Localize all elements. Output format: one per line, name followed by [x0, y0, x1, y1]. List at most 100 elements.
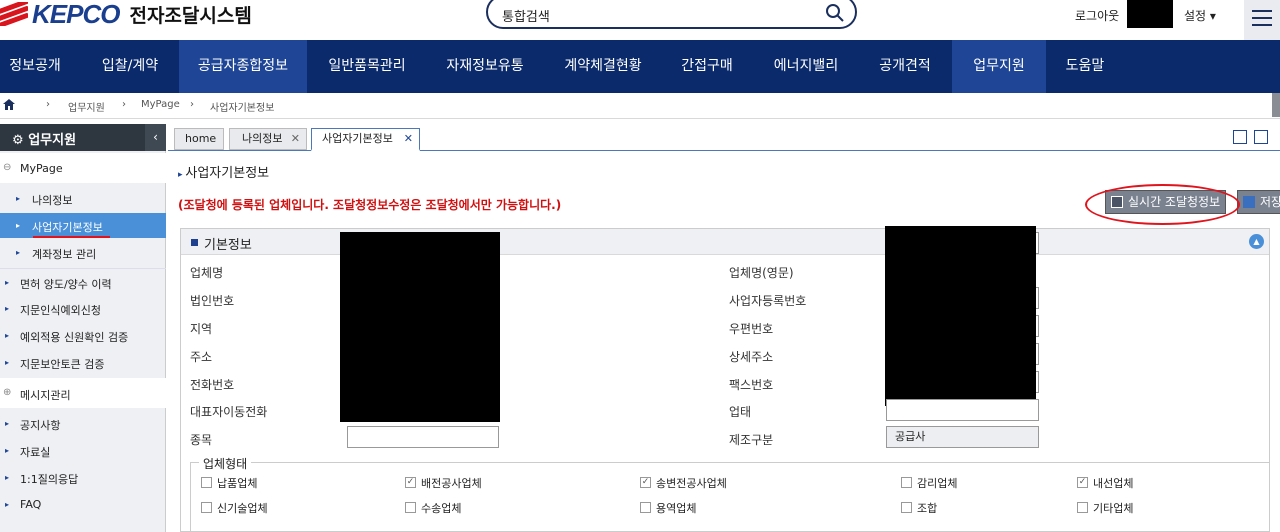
- nav-item[interactable]: 일반품목관리: [312, 40, 422, 93]
- home-icon[interactable]: [3, 99, 15, 110]
- nav-item[interactable]: 정보공개: [0, 40, 70, 93]
- panel-title: 기본정보: [204, 238, 252, 253]
- sidebar-item-archive[interactable]: ▸ 자료실: [0, 437, 166, 464]
- checkbox-label: 기타업체: [1093, 502, 1134, 515]
- nav-item-support[interactable]: 업무지원: [952, 40, 1046, 93]
- nav-item-active[interactable]: 공급자종합정보: [179, 40, 307, 93]
- tab-bizinfo[interactable]: 사업자기본정보 ✕: [311, 128, 420, 151]
- minus-icon: ⊖: [3, 162, 12, 173]
- scrollbar[interactable]: [1272, 93, 1280, 117]
- sidebar-item-label: 지문보안토큰 검증: [20, 358, 105, 371]
- plus-icon: ⊕: [3, 387, 12, 398]
- nav-item[interactable]: 입찰/계약: [88, 40, 172, 93]
- checkbox-label: 납품업체: [217, 477, 258, 490]
- close-icon[interactable]: ✕: [291, 129, 300, 149]
- checkbox-supervision[interactable]: [901, 477, 912, 488]
- sidebar-item-label: FAQ: [20, 498, 42, 511]
- sidebar-item-token[interactable]: ▸ 지문보안토큰 검증: [0, 349, 166, 376]
- breadcrumb-sep: ›: [122, 99, 126, 110]
- checkbox-label: 감리업체: [917, 477, 958, 490]
- business-type-input[interactable]: [886, 399, 1039, 421]
- checkbox-transport[interactable]: [405, 502, 416, 513]
- sidebar-item-qna[interactable]: ▸ 1:1질의응답: [0, 464, 166, 491]
- redacted-user-box: [1127, 0, 1173, 28]
- gear-icon: ⚙: [12, 133, 29, 148]
- nav-item[interactable]: 자재정보유통: [430, 40, 540, 93]
- tab-scroll-left-icon[interactable]: [1254, 130, 1268, 144]
- search-icon[interactable]: [825, 3, 845, 23]
- checkbox-label: 신기술업체: [217, 502, 268, 515]
- system-title: 전자조달시스템: [129, 4, 252, 27]
- sidebar-item-account[interactable]: ▸ 계좌정보 관리: [0, 240, 166, 265]
- breadcrumb-item[interactable]: 업무지원: [68, 99, 105, 114]
- red-underline-annotation: [33, 236, 110, 238]
- biz-type-title: 업체형태: [199, 455, 252, 472]
- red-circle-annotation: [1085, 184, 1240, 225]
- sidebar-item-bizinfo[interactable]: ▸ 사업자기본정보: [0, 213, 166, 238]
- nav-item[interactable]: 간접구매: [664, 40, 750, 93]
- nav-item[interactable]: 계약체결현황: [548, 40, 658, 93]
- logout-link[interactable]: 로그아웃: [1075, 7, 1119, 24]
- checkbox-label: 송변전공사업체: [656, 477, 727, 490]
- sidebar-group-message[interactable]: ⊕ 메시지관리: [0, 378, 166, 408]
- arrow-icon: ▸: [5, 278, 10, 287]
- menu-icon[interactable]: [1244, 0, 1280, 40]
- tab-label: 나의정보: [242, 132, 283, 145]
- checkbox-label: 배전공사업체: [421, 477, 482, 490]
- checkbox-union[interactable]: [901, 502, 912, 513]
- label-manufacture-type: 제조구분: [729, 433, 774, 447]
- save-button-label: 저장: [1260, 195, 1280, 209]
- biz-type-fieldset: 업체형태: [190, 455, 1270, 532]
- collapse-up-icon[interactable]: ▲: [1249, 234, 1264, 249]
- sidebar-item-label: 자료실: [20, 446, 51, 459]
- checkbox-label: 내선업체: [1093, 477, 1134, 490]
- sidebar-group-mypage[interactable]: ⊖ MyPage: [0, 153, 166, 183]
- notice-text: (조달청에 등록된 업체입니다. 조달청정보수정은 조달청에서만 가능합니다.): [178, 198, 562, 212]
- arrow-icon: ▸: [16, 194, 21, 203]
- item-input[interactable]: [347, 426, 499, 448]
- checkbox-label: 용역업체: [656, 502, 697, 515]
- sidebar-item-fingerprint[interactable]: ▸ 지문인식예외신청: [0, 295, 166, 322]
- checkbox-newtech[interactable]: [201, 502, 212, 513]
- sidebar-item-label: 면허 양도/양수 이력: [20, 278, 112, 291]
- tab-scroll-right-icon[interactable]: [1233, 130, 1247, 144]
- label-ceo-mobile: 대표자이동전화: [190, 405, 268, 419]
- sidebar-item-label: 1:1질의응답: [20, 473, 79, 486]
- sidebar-item-myinfo[interactable]: ▸ 나의정보: [0, 186, 166, 211]
- arrow-icon: ▸: [5, 473, 10, 482]
- manufacture-type-field: 공급사: [886, 426, 1039, 448]
- save-button[interactable]: 저장: [1237, 190, 1280, 214]
- brand-name: KEPCO: [32, 0, 120, 29]
- arrow-icon: ▸: [5, 331, 10, 340]
- label-biz-reg-number: 사업자등록번호: [729, 294, 807, 308]
- checkbox-other[interactable]: [1077, 502, 1088, 513]
- sidebar-header: ⚙ 업무지원 ‹: [0, 124, 166, 151]
- checkbox-distribution[interactable]: ✓: [405, 477, 416, 488]
- sidebar-item-label: 나의정보: [32, 194, 73, 207]
- sidebar-item-notice[interactable]: ▸ 공지사항: [0, 410, 166, 437]
- sidebar-item-faq[interactable]: ▸ FAQ: [0, 491, 166, 518]
- logo-mark-icon: [0, 2, 28, 26]
- checkbox-transmission[interactable]: ✓: [640, 477, 651, 488]
- checkbox-wiring[interactable]: ✓: [1077, 477, 1088, 488]
- page-title: ▸ 사업자기본정보: [178, 162, 269, 181]
- sidebar-item-identity[interactable]: ▸ 예외적용 신원확인 검증: [0, 322, 166, 349]
- arrow-icon: ▸: [16, 221, 21, 230]
- breadcrumb-item[interactable]: MyPage: [141, 99, 180, 110]
- nav-item[interactable]: 에너지밸리: [760, 40, 852, 93]
- search-placeholder: 통합검색: [502, 10, 550, 25]
- checkbox-service[interactable]: [640, 502, 651, 513]
- search-input[interactable]: 통합검색: [486, 0, 857, 29]
- nav-item[interactable]: 공개견적: [862, 40, 948, 93]
- arrow-icon: ▸: [5, 419, 10, 428]
- tab-home[interactable]: home: [174, 128, 224, 150]
- checkbox-supply[interactable]: [201, 477, 212, 488]
- sidebar-collapse-icon[interactable]: ‹: [145, 124, 166, 151]
- kepco-logo[interactable]: KEPCO 전자조달시스템: [0, 0, 252, 29]
- tab-myinfo[interactable]: 나의정보 ✕: [229, 128, 307, 150]
- close-icon[interactable]: ✕: [404, 129, 413, 149]
- settings-menu[interactable]: 설정 ▾: [1184, 7, 1216, 24]
- nav-item[interactable]: 도움말: [1050, 40, 1120, 93]
- redacted-left-fields: [340, 232, 500, 422]
- sidebar-item-license[interactable]: ▸ 면허 양도/양수 이력: [0, 268, 166, 295]
